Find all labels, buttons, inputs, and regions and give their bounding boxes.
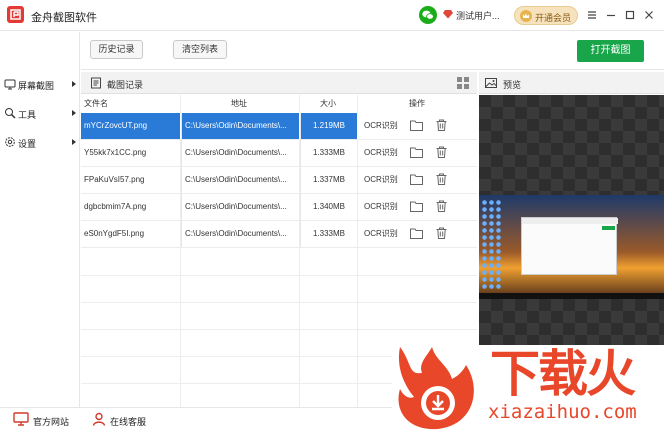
- preview-thumbnail: [479, 195, 664, 299]
- ocr-button[interactable]: OCR识别: [364, 221, 399, 247]
- records-header: 截图记录: [81, 72, 477, 94]
- folder-icon[interactable]: [410, 228, 423, 239]
- desktop-icons: [481, 199, 503, 291]
- sidebar-item-screenshot[interactable]: 屏幕截图: [0, 75, 80, 95]
- document-icon: [91, 77, 101, 89]
- chevron-right-icon: [72, 81, 76, 87]
- trash-icon[interactable]: [436, 227, 447, 239]
- app-logo-icon: [7, 6, 24, 23]
- clear-list-button[interactable]: 清空列表: [173, 40, 227, 59]
- toolbar: 历史记录 清空列表 打开截图: [81, 32, 664, 70]
- file-path: C:\Users\Odin\Documents\...: [181, 221, 299, 247]
- vip-button[interactable]: 开通会员: [514, 6, 578, 25]
- thumbnail-window-bar: [522, 218, 618, 224]
- wrench-icon: [4, 107, 16, 119]
- records-title: 截图记录: [107, 80, 144, 90]
- trash-icon[interactable]: [436, 173, 447, 185]
- user-name[interactable]: 测试用户...: [456, 9, 500, 22]
- ocr-button[interactable]: OCR识别: [364, 140, 399, 166]
- column-header-path: 地址: [231, 99, 247, 108]
- table-row[interactable]: mYCrZovcUT.png C:\Users\Odin\Documents\.…: [81, 113, 477, 140]
- chevron-right-icon: [72, 110, 76, 116]
- crown-icon: [520, 10, 532, 22]
- ocr-button[interactable]: OCR识别: [364, 194, 399, 220]
- folder-icon[interactable]: [410, 147, 423, 158]
- column-header-name: 文件名: [84, 99, 108, 108]
- sidebar-item-settings[interactable]: 设置: [0, 133, 80, 153]
- history-button[interactable]: 历史记录: [90, 40, 143, 59]
- sidebar-item-label: 工具: [18, 110, 37, 120]
- file-name: eS0nYgdF5I.png: [84, 229, 145, 238]
- folder-icon[interactable]: [410, 174, 423, 185]
- website-link[interactable]: 官方网站: [33, 415, 69, 428]
- sidebar-item-tools[interactable]: 工具: [0, 104, 80, 124]
- gear-icon: [4, 136, 16, 148]
- file-name: mYCrZovcUT.png: [81, 113, 180, 139]
- file-path: C:\Users\Odin\Documents\...: [181, 113, 299, 139]
- sidebar: 屏幕截图 工具 设置: [0, 32, 80, 407]
- folder-icon[interactable]: [410, 120, 423, 131]
- column-header-size: 大小: [320, 99, 336, 108]
- diamond-icon: [443, 10, 453, 19]
- support-icon[interactable]: [92, 412, 106, 426]
- file-name: dgbcbmim7A.png: [84, 202, 147, 211]
- file-name: FPaKuVsI57.png: [84, 175, 145, 184]
- ocr-button[interactable]: OCR识别: [364, 113, 399, 139]
- thumbnail-taskbar: [479, 293, 664, 299]
- thumbnail-window: [521, 217, 618, 275]
- chevron-right-icon: [72, 139, 76, 145]
- menu-icon[interactable]: [584, 7, 600, 23]
- app-title: 金舟截图软件: [31, 12, 97, 24]
- file-path: C:\Users\Odin\Documents\...: [181, 194, 299, 220]
- sidebar-item-label: 设置: [18, 139, 37, 149]
- close-icon[interactable]: [641, 7, 657, 23]
- grid-view-icon[interactable]: [457, 77, 469, 89]
- ocr-button[interactable]: OCR识别: [364, 167, 399, 193]
- column-header-action: 操作: [409, 99, 425, 108]
- preview-header: 预览: [479, 72, 664, 94]
- flame-logo-icon: [398, 347, 474, 430]
- file-size: 1.219MB: [300, 113, 357, 139]
- watermark: 下载火 xiazaihuo.com: [392, 345, 664, 432]
- website-icon[interactable]: [13, 412, 29, 426]
- empty-row-line: [81, 329, 477, 330]
- wechat-icon[interactable]: [419, 6, 437, 24]
- file-size: 1.333MB: [300, 221, 357, 247]
- empty-row-line: [81, 302, 477, 303]
- file-name: Y55kk7x1CC.png: [84, 148, 147, 157]
- trash-icon[interactable]: [436, 146, 447, 158]
- file-size: 1.337MB: [300, 167, 357, 193]
- open-screenshot-button[interactable]: 打开截图: [577, 40, 644, 62]
- trash-icon[interactable]: [436, 200, 447, 212]
- thumbnail-window-button: [602, 226, 615, 230]
- table-row[interactable]: eS0nYgdF5I.png C:\Users\Odin\Documents\.…: [81, 221, 477, 248]
- watermark-text: 下载火: [490, 346, 636, 402]
- image-icon: [485, 78, 497, 88]
- file-path: C:\Users\Odin\Documents\...: [181, 140, 299, 166]
- vip-button-label: 开通会员: [535, 13, 572, 23]
- sidebar-item-label: 屏幕截图: [18, 81, 55, 91]
- table-row[interactable]: Y55kk7x1CC.png C:\Users\Odin\Documents\.…: [81, 140, 477, 167]
- trash-icon[interactable]: [436, 119, 447, 131]
- support-link[interactable]: 在线客服: [110, 415, 146, 428]
- watermark-url: xiazaihuo.com: [488, 401, 637, 423]
- footer: 官方网站 在线客服: [0, 407, 392, 432]
- preview-area: [479, 95, 664, 345]
- empty-row-line: [81, 275, 477, 276]
- preview-title: 预览: [503, 80, 522, 90]
- file-path: C:\Users\Odin\Documents\...: [181, 167, 299, 193]
- folder-icon[interactable]: [410, 201, 423, 212]
- table-row[interactable]: dgbcbmim7A.png C:\Users\Odin\Documents\.…: [81, 194, 477, 221]
- minimize-icon[interactable]: [603, 7, 619, 23]
- table-row[interactable]: FPaKuVsI57.png C:\Users\Odin\Documents\.…: [81, 167, 477, 194]
- file-size: 1.333MB: [300, 140, 357, 166]
- monitor-icon: [4, 78, 16, 90]
- maximize-icon[interactable]: [622, 7, 638, 23]
- file-size: 1.340MB: [300, 194, 357, 220]
- title-bar: 金舟截图软件 测试用户... 开通会员: [0, 0, 664, 31]
